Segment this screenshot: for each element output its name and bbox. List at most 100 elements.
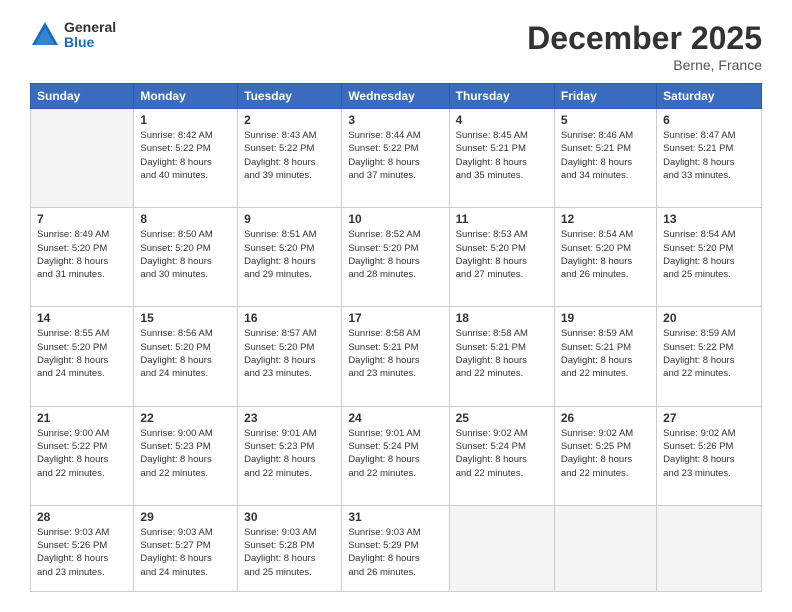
page: General Blue December 2025 Berne, France… xyxy=(0,0,792,612)
day-number: 17 xyxy=(348,311,442,325)
calendar-body: 1 Sunrise: 8:42 AM Sunset: 5:22 PM Dayli… xyxy=(31,109,762,592)
day-number: 6 xyxy=(663,113,755,127)
col-friday: Friday xyxy=(554,84,656,109)
table-row: 9 Sunrise: 8:51 AM Sunset: 5:20 PM Dayli… xyxy=(238,208,342,307)
table-row: 21 Sunrise: 9:00 AM Sunset: 5:22 PM Dayl… xyxy=(31,406,134,505)
day-info: Sunrise: 8:54 AM Sunset: 5:20 PM Dayligh… xyxy=(663,228,755,281)
day-info: Sunrise: 8:44 AM Sunset: 5:22 PM Dayligh… xyxy=(348,129,442,182)
day-info: Sunrise: 8:43 AM Sunset: 5:22 PM Dayligh… xyxy=(244,129,335,182)
day-info: Sunrise: 9:01 AM Sunset: 5:24 PM Dayligh… xyxy=(348,427,442,480)
day-info: Sunrise: 8:46 AM Sunset: 5:21 PM Dayligh… xyxy=(561,129,650,182)
table-row: 10 Sunrise: 8:52 AM Sunset: 5:20 PM Dayl… xyxy=(342,208,449,307)
table-row: 14 Sunrise: 8:55 AM Sunset: 5:20 PM Dayl… xyxy=(31,307,134,406)
day-info: Sunrise: 8:42 AM Sunset: 5:22 PM Dayligh… xyxy=(140,129,231,182)
table-row: 20 Sunrise: 8:59 AM Sunset: 5:22 PM Dayl… xyxy=(657,307,762,406)
table-row: 23 Sunrise: 9:01 AM Sunset: 5:23 PM Dayl… xyxy=(238,406,342,505)
location: Berne, France xyxy=(527,57,762,73)
col-saturday: Saturday xyxy=(657,84,762,109)
table-row: 27 Sunrise: 9:02 AM Sunset: 5:26 PM Dayl… xyxy=(657,406,762,505)
title-block: December 2025 Berne, France xyxy=(527,20,762,73)
day-number: 10 xyxy=(348,212,442,226)
day-number: 30 xyxy=(244,510,335,524)
day-number: 24 xyxy=(348,411,442,425)
day-number: 3 xyxy=(348,113,442,127)
logo-icon xyxy=(30,20,60,50)
day-info: Sunrise: 9:03 AM Sunset: 5:27 PM Dayligh… xyxy=(140,526,231,579)
table-row: 19 Sunrise: 8:59 AM Sunset: 5:21 PM Dayl… xyxy=(554,307,656,406)
day-number: 8 xyxy=(140,212,231,226)
table-row: 29 Sunrise: 9:03 AM Sunset: 5:27 PM Dayl… xyxy=(134,505,238,591)
table-row: 17 Sunrise: 8:58 AM Sunset: 5:21 PM Dayl… xyxy=(342,307,449,406)
day-number: 19 xyxy=(561,311,650,325)
day-number: 21 xyxy=(37,411,127,425)
table-row: 16 Sunrise: 8:57 AM Sunset: 5:20 PM Dayl… xyxy=(238,307,342,406)
day-info: Sunrise: 8:51 AM Sunset: 5:20 PM Dayligh… xyxy=(244,228,335,281)
day-number: 1 xyxy=(140,113,231,127)
table-row xyxy=(554,505,656,591)
month-title: December 2025 xyxy=(527,20,762,57)
day-info: Sunrise: 9:02 AM Sunset: 5:24 PM Dayligh… xyxy=(456,427,548,480)
day-number: 11 xyxy=(456,212,548,226)
table-row: 18 Sunrise: 8:58 AM Sunset: 5:21 PM Dayl… xyxy=(449,307,554,406)
table-row xyxy=(31,109,134,208)
table-row: 26 Sunrise: 9:02 AM Sunset: 5:25 PM Dayl… xyxy=(554,406,656,505)
table-row: 28 Sunrise: 9:03 AM Sunset: 5:26 PM Dayl… xyxy=(31,505,134,591)
table-row: 6 Sunrise: 8:47 AM Sunset: 5:21 PM Dayli… xyxy=(657,109,762,208)
day-info: Sunrise: 8:57 AM Sunset: 5:20 PM Dayligh… xyxy=(244,327,335,380)
day-info: Sunrise: 9:00 AM Sunset: 5:23 PM Dayligh… xyxy=(140,427,231,480)
day-number: 25 xyxy=(456,411,548,425)
table-row: 4 Sunrise: 8:45 AM Sunset: 5:21 PM Dayli… xyxy=(449,109,554,208)
day-info: Sunrise: 8:47 AM Sunset: 5:21 PM Dayligh… xyxy=(663,129,755,182)
table-row: 24 Sunrise: 9:01 AM Sunset: 5:24 PM Dayl… xyxy=(342,406,449,505)
table-row: 30 Sunrise: 9:03 AM Sunset: 5:28 PM Dayl… xyxy=(238,505,342,591)
header-row: Sunday Monday Tuesday Wednesday Thursday… xyxy=(31,84,762,109)
logo-blue: Blue xyxy=(64,34,94,50)
day-info: Sunrise: 8:45 AM Sunset: 5:21 PM Dayligh… xyxy=(456,129,548,182)
day-number: 15 xyxy=(140,311,231,325)
day-number: 27 xyxy=(663,411,755,425)
day-number: 7 xyxy=(37,212,127,226)
table-row: 12 Sunrise: 8:54 AM Sunset: 5:20 PM Dayl… xyxy=(554,208,656,307)
day-number: 4 xyxy=(456,113,548,127)
day-number: 5 xyxy=(561,113,650,127)
col-monday: Monday xyxy=(134,84,238,109)
table-row: 7 Sunrise: 8:49 AM Sunset: 5:20 PM Dayli… xyxy=(31,208,134,307)
table-row: 13 Sunrise: 8:54 AM Sunset: 5:20 PM Dayl… xyxy=(657,208,762,307)
day-number: 31 xyxy=(348,510,442,524)
col-thursday: Thursday xyxy=(449,84,554,109)
day-info: Sunrise: 8:58 AM Sunset: 5:21 PM Dayligh… xyxy=(456,327,548,380)
day-info: Sunrise: 8:59 AM Sunset: 5:21 PM Dayligh… xyxy=(561,327,650,380)
day-number: 12 xyxy=(561,212,650,226)
day-info: Sunrise: 9:02 AM Sunset: 5:25 PM Dayligh… xyxy=(561,427,650,480)
col-wednesday: Wednesday xyxy=(342,84,449,109)
day-info: Sunrise: 9:00 AM Sunset: 5:22 PM Dayligh… xyxy=(37,427,127,480)
col-tuesday: Tuesday xyxy=(238,84,342,109)
day-info: Sunrise: 9:03 AM Sunset: 5:28 PM Dayligh… xyxy=(244,526,335,579)
table-row: 2 Sunrise: 8:43 AM Sunset: 5:22 PM Dayli… xyxy=(238,109,342,208)
day-number: 18 xyxy=(456,311,548,325)
calendar: Sunday Monday Tuesday Wednesday Thursday… xyxy=(30,83,762,592)
table-row xyxy=(449,505,554,591)
header: General Blue December 2025 Berne, France xyxy=(30,20,762,73)
day-number: 14 xyxy=(37,311,127,325)
table-row xyxy=(657,505,762,591)
logo: General Blue xyxy=(30,20,116,51)
day-number: 29 xyxy=(140,510,231,524)
day-number: 22 xyxy=(140,411,231,425)
day-number: 23 xyxy=(244,411,335,425)
table-row: 11 Sunrise: 8:53 AM Sunset: 5:20 PM Dayl… xyxy=(449,208,554,307)
day-number: 16 xyxy=(244,311,335,325)
day-info: Sunrise: 8:54 AM Sunset: 5:20 PM Dayligh… xyxy=(561,228,650,281)
day-info: Sunrise: 8:52 AM Sunset: 5:20 PM Dayligh… xyxy=(348,228,442,281)
table-row: 1 Sunrise: 8:42 AM Sunset: 5:22 PM Dayli… xyxy=(134,109,238,208)
day-info: Sunrise: 9:03 AM Sunset: 5:26 PM Dayligh… xyxy=(37,526,127,579)
table-row: 5 Sunrise: 8:46 AM Sunset: 5:21 PM Dayli… xyxy=(554,109,656,208)
day-number: 13 xyxy=(663,212,755,226)
day-info: Sunrise: 8:50 AM Sunset: 5:20 PM Dayligh… xyxy=(140,228,231,281)
day-info: Sunrise: 8:59 AM Sunset: 5:22 PM Dayligh… xyxy=(663,327,755,380)
day-info: Sunrise: 8:58 AM Sunset: 5:21 PM Dayligh… xyxy=(348,327,442,380)
table-row: 3 Sunrise: 8:44 AM Sunset: 5:22 PM Dayli… xyxy=(342,109,449,208)
table-row: 15 Sunrise: 8:56 AM Sunset: 5:20 PM Dayl… xyxy=(134,307,238,406)
table-row: 22 Sunrise: 9:00 AM Sunset: 5:23 PM Dayl… xyxy=(134,406,238,505)
day-info: Sunrise: 9:02 AM Sunset: 5:26 PM Dayligh… xyxy=(663,427,755,480)
